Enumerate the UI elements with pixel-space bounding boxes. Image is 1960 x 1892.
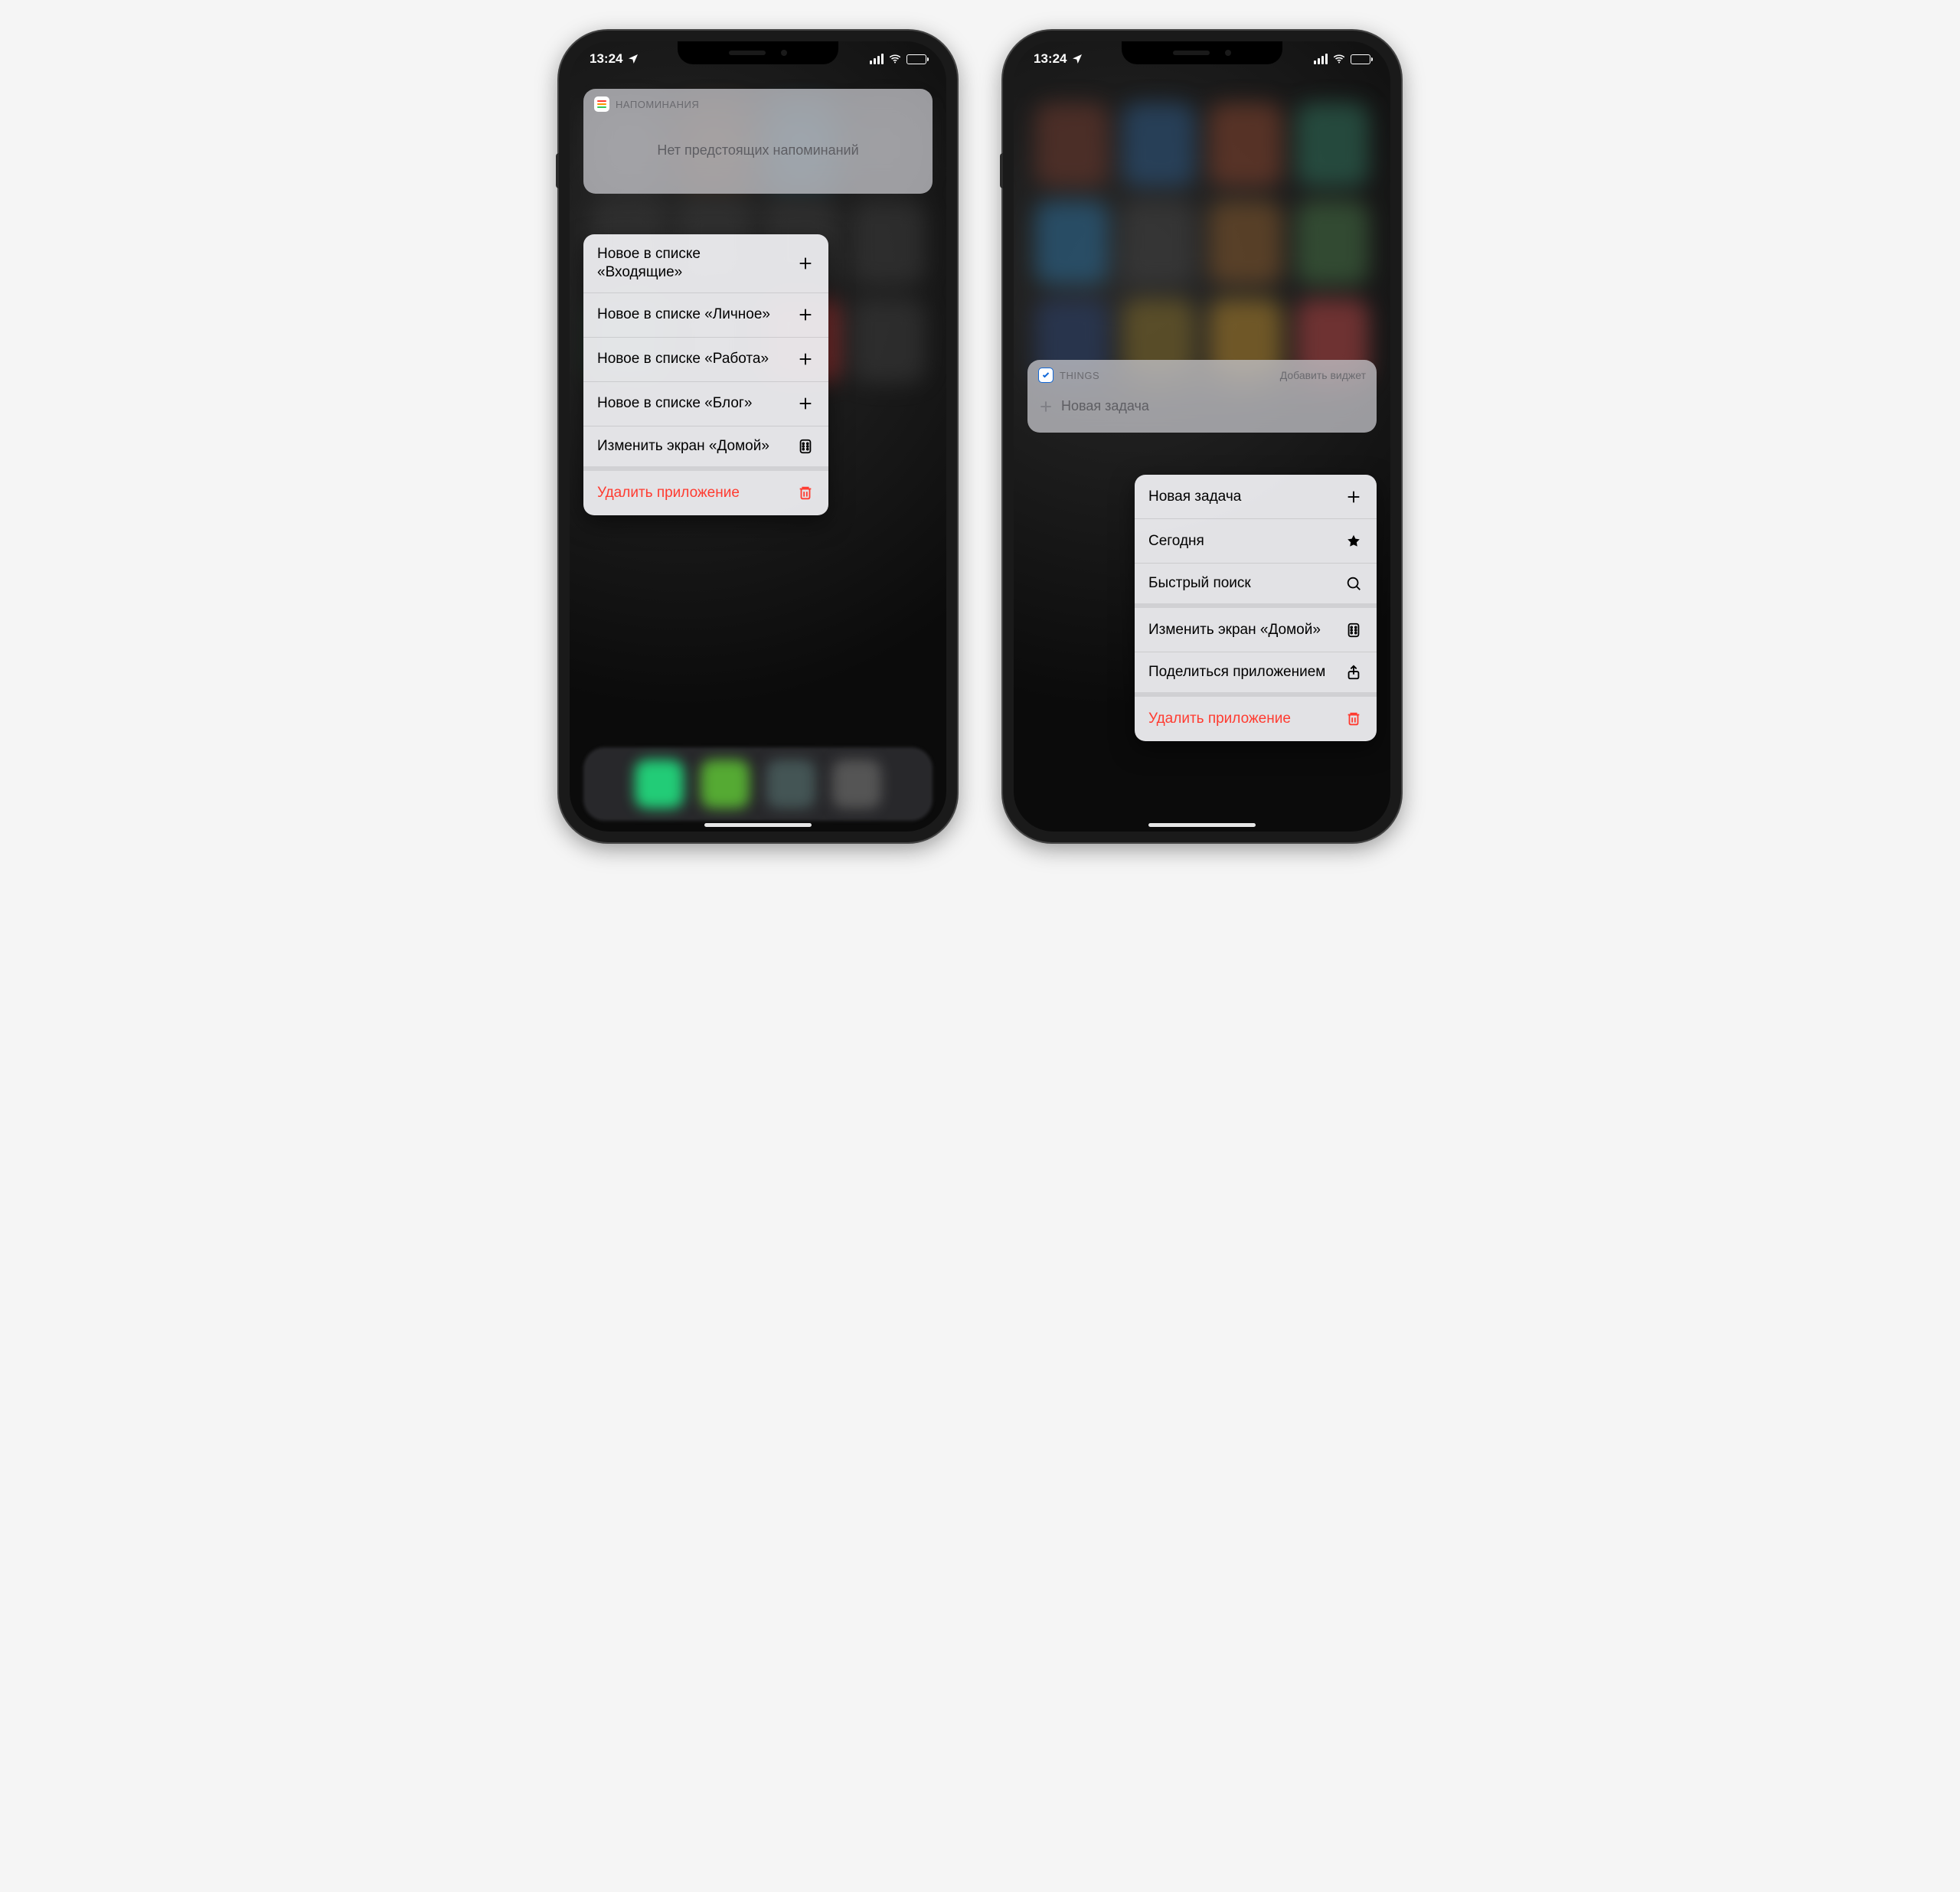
wifi-icon [1332,52,1346,66]
menu-item-label: Изменить экран «Домой» [1148,621,1334,639]
menu-item-label: Быстрый поиск [1148,574,1334,593]
status-time: 13:24 [1034,51,1067,67]
status-time: 13:24 [590,51,622,67]
dock [583,747,933,821]
trash-icon [1344,711,1363,727]
phone-left: 13:24 НАПОМИНАНИЯ Нет предстоящих напоми… [559,31,957,842]
menu-item[interactable]: Изменить экран «Домой» [583,426,828,471]
widget-header: THINGS Добавить виджет [1027,360,1377,387]
battery-icon [906,54,926,64]
trash-icon [796,485,815,502]
menu-item-label: Поделиться приложением [1148,663,1334,681]
add-widget-button[interactable]: Добавить виджет [1280,369,1366,381]
apps-icon [1344,622,1363,639]
menu-item[interactable]: Новая задача [1135,475,1377,519]
menu-item-label: Новое в списке «Блог» [597,394,786,413]
menu-item-label: Изменить экран «Домой» [597,437,786,456]
menu-item[interactable]: Новое в списке «Личное» [583,293,828,338]
menu-item-label: Новое в списке «Входящие» [597,245,786,282]
menu-item-label: Новая задача [1148,488,1334,506]
menu-item-label: Новое в списке «Работа» [597,350,786,368]
menu-item-label: Сегодня [1148,532,1334,551]
menu-item[interactable]: Быстрый поиск [1135,564,1377,608]
menu-item[interactable]: Новое в списке «Блог» [583,382,828,426]
screen-right: 13:24 THINGS Добавить виджет Новая [1014,41,1390,832]
plus-icon [796,395,815,412]
menu-item[interactable]: Новое в списке «Работа» [583,338,828,382]
widget-app-name: THINGS [1060,370,1099,381]
menu-item-label: Удалить приложение [597,484,786,502]
screen-left: 13:24 НАПОМИНАНИЯ Нет предстоящих напоми… [570,41,946,832]
plus-icon [796,306,815,323]
things-app-icon [1038,368,1054,383]
context-menu-reminders: Новое в списке «Входящие» Новое в списке … [583,234,828,515]
widget-empty-text: Нет предстоящих напоминаний [583,116,933,194]
location-icon [1071,53,1083,65]
apps-icon [796,438,815,455]
reminders-app-icon [594,96,609,112]
context-menu-things: Новая задача Сегодня Быстрый поиск Изменить… [1135,475,1377,741]
plus-icon [1038,399,1054,414]
menu-item[interactable]: Поделиться приложением [1135,652,1377,697]
things-widget[interactable]: THINGS Добавить виджет Новая задача [1027,360,1377,433]
star-icon [1344,533,1363,550]
menu-item[interactable]: Удалить приложение [583,471,828,515]
reminders-widget[interactable]: НАПОМИНАНИЯ Нет предстоящих напоминаний [583,89,933,194]
menu-item-label: Удалить приложение [1148,710,1334,728]
home-indicator[interactable] [1148,823,1256,827]
phone-right: 13:24 THINGS Добавить виджет Новая [1003,31,1401,842]
menu-item[interactable]: Изменить экран «Домой» [1135,608,1377,652]
share-icon [1344,664,1363,681]
check-icon [1041,371,1050,380]
wifi-icon [888,52,902,66]
notch [678,41,838,64]
location-icon [627,53,639,65]
plus-icon [796,351,815,368]
plus-icon [796,255,815,272]
search-icon [1344,575,1363,592]
menu-item-label: Новое в списке «Личное» [597,306,786,324]
cellular-icon [870,54,884,64]
home-indicator[interactable] [704,823,812,827]
battery-icon [1351,54,1370,64]
widget-app-name: НАПОМИНАНИЯ [616,99,699,110]
widget-header: НАПОМИНАНИЯ [583,89,933,116]
menu-item[interactable]: Сегодня [1135,519,1377,564]
plus-icon [1344,489,1363,505]
cellular-icon [1314,54,1328,64]
new-task-label: Новая задача [1061,398,1149,414]
new-task-row[interactable]: Новая задача [1027,387,1377,433]
menu-item[interactable]: Удалить приложение [1135,697,1377,741]
menu-item[interactable]: Новое в списке «Входящие» [583,234,828,293]
notch [1122,41,1282,64]
